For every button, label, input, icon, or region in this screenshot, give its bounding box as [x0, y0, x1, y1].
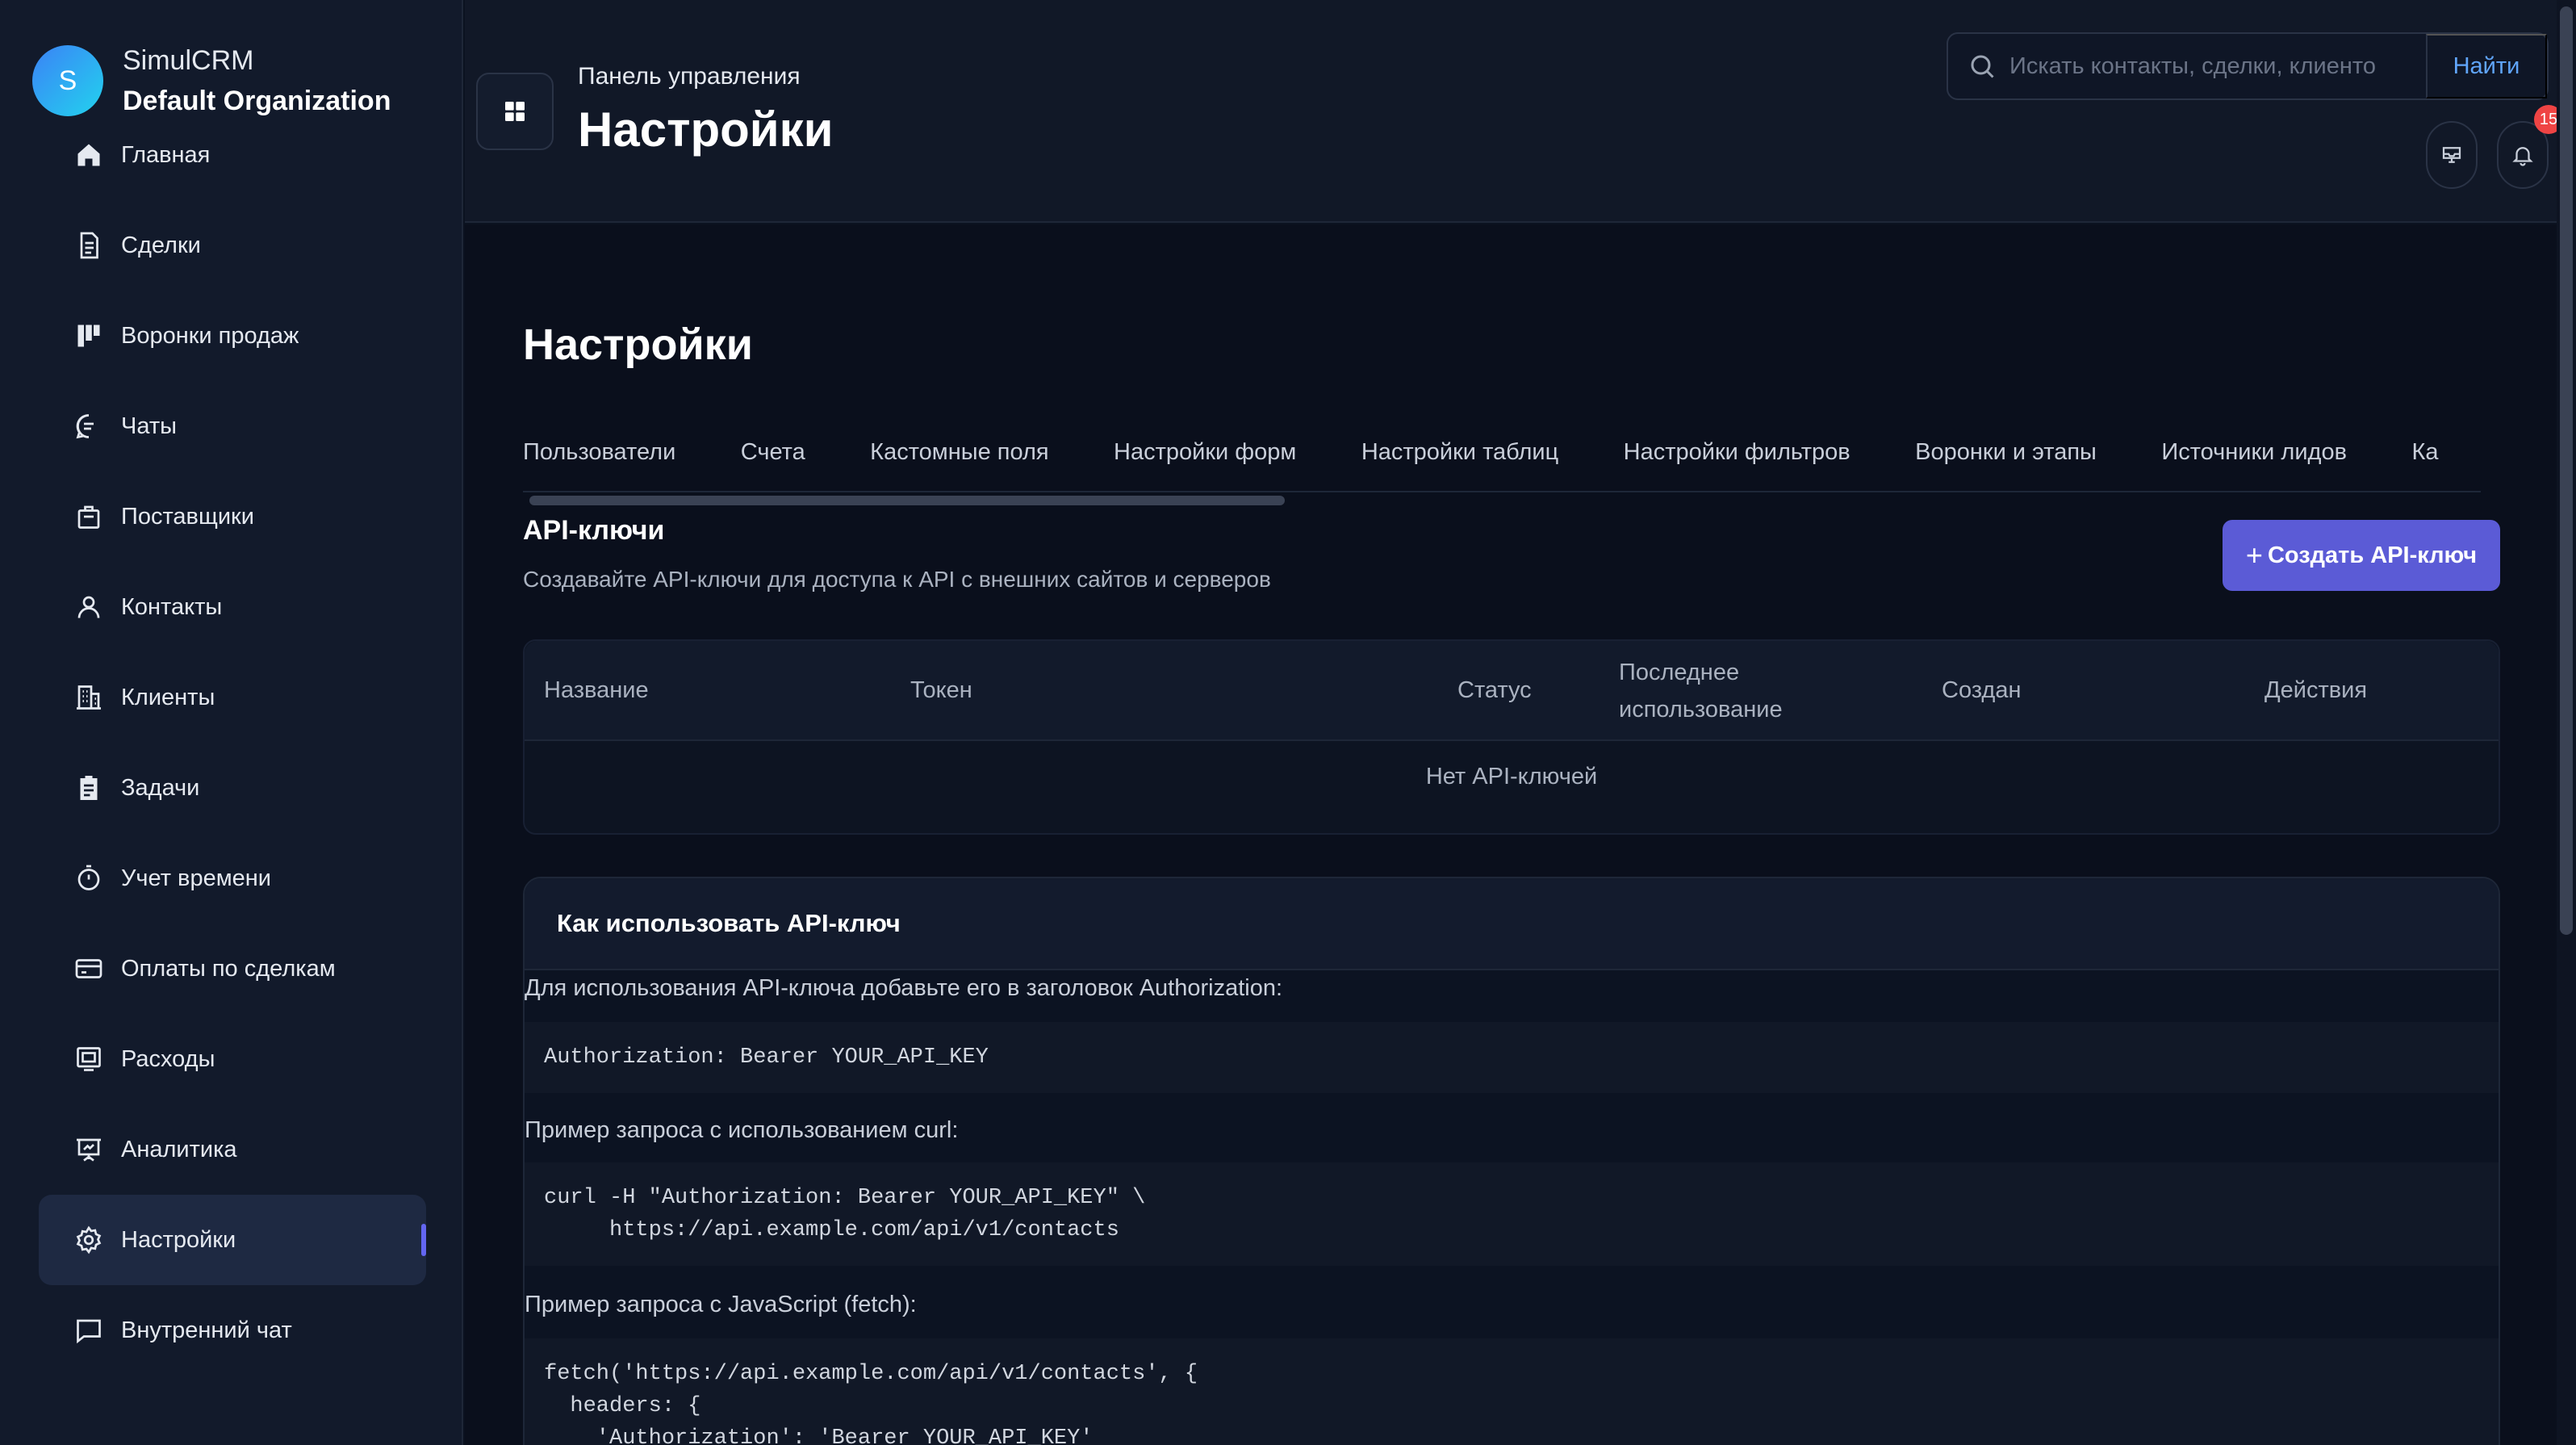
sidebar-item-contacts[interactable]: Контакты: [39, 562, 426, 652]
tab-table-settings[interactable]: Настройки таблиц: [1361, 428, 1558, 476]
column-token: Токен: [910, 677, 972, 703]
column-created: Создан: [1942, 677, 2022, 703]
home-icon: [74, 140, 103, 170]
settings-page: Настройки Пользователи Счета Кастомные п…: [465, 224, 2557, 1445]
sidebar-item-label: Главная: [121, 141, 211, 168]
sidebar-item-label: Аналитика: [121, 1136, 237, 1162]
presentation-icon: [74, 1135, 103, 1164]
usage-paragraph-curl: Пример запроса с использованием curl:: [525, 1117, 959, 1143]
api-usage-title: Как использовать API-ключ: [557, 909, 901, 937]
usage-paragraph-auth: Для использования API-ключа добавьте его…: [525, 975, 1283, 1001]
building-icon: [74, 683, 103, 712]
org-switcher[interactable]: S SimulCRM Default Organization: [32, 40, 391, 121]
tab-funnels-stages[interactable]: Воронки и этапы: [1915, 428, 2097, 476]
receipt-icon: [74, 1045, 103, 1074]
sidebar-item-label: Расходы: [121, 1045, 215, 1072]
credit-card-icon: [74, 954, 103, 983]
plus-icon: +: [2245, 538, 2263, 572]
apps-grid-button[interactable]: [476, 73, 554, 150]
empty-state: Нет API-ключей: [1425, 764, 1598, 790]
sidebar-item-suppliers[interactable]: Поставщики: [39, 471, 426, 562]
api-usage-card: Как использовать API-ключ Для использова…: [523, 877, 2500, 1445]
funnel-icon: [74, 321, 103, 350]
stopwatch-icon: [74, 864, 103, 893]
tab-filter-settings[interactable]: Настройки фильтров: [1624, 428, 1850, 476]
user-icon: [74, 593, 103, 622]
tab-lead-sources[interactable]: Источники лидов: [2161, 428, 2347, 476]
page-title: Настройки: [523, 320, 753, 369]
code-block-curl: curl -H "Authorization: Bearer YOUR_API_…: [525, 1162, 2499, 1266]
tabs-scrollbar[interactable]: [529, 496, 1285, 505]
sidebar-item-label: Внутренний чат: [121, 1317, 292, 1343]
top-header: Панель управления Настройки Найти 15: [465, 0, 2563, 223]
column-last-used: Последнее использование: [1619, 654, 1783, 728]
column-last-used-line1: Последнее: [1619, 660, 1740, 685]
clipboard-icon: [74, 773, 103, 802]
grid-icon: [505, 102, 525, 121]
page-scrollbar-thumb[interactable]: [2560, 6, 2573, 935]
sidebar-item-time-tracking[interactable]: Учет времени: [39, 833, 426, 924]
sidebar-item-label: Учет времени: [121, 865, 271, 891]
app-name: SimulCRM: [123, 45, 254, 76]
gear-icon: [74, 1225, 103, 1254]
sidebar: S SimulCRM Default Organization Главная …: [0, 0, 463, 1445]
header-title: Настройки: [578, 103, 834, 157]
column-last-used-line2: использование: [1619, 697, 1783, 722]
api-keys-subtitle: Создавайте API-ключи для доступа к API с…: [523, 567, 1271, 592]
api-usage-card-header: Как использовать API-ключ: [525, 878, 2499, 970]
code-block-auth-header: Authorization: Bearer YOUR_API_KEY: [525, 1022, 2499, 1093]
sidebar-item-settings[interactable]: Настройки: [39, 1195, 426, 1285]
sidebar-item-tasks[interactable]: Задачи: [39, 743, 426, 833]
search-input[interactable]: [2009, 42, 2413, 90]
avatar: S: [32, 45, 103, 116]
sidebar-item-clients[interactable]: Клиенты: [39, 652, 426, 743]
sidebar-item-chats[interactable]: Чаты: [39, 381, 426, 471]
sidebar-item-label: Оплаты по сделкам: [121, 955, 336, 982]
sidebar-item-label: Чаты: [121, 413, 177, 439]
sidebar-item-deal-payments[interactable]: Оплаты по сделкам: [39, 924, 426, 1014]
column-status: Статус: [1457, 677, 1532, 703]
column-name: Название: [544, 677, 649, 703]
chat-icon: [74, 412, 103, 441]
tab-form-settings[interactable]: Настройки форм: [1114, 428, 1296, 476]
sidebar-item-home[interactable]: Главная: [39, 110, 426, 200]
sidebar-item-funnels[interactable]: Воронки продаж: [39, 291, 426, 381]
sidebar-item-analytics[interactable]: Аналитика: [39, 1104, 426, 1195]
sidebar-item-expenses[interactable]: Расходы: [39, 1014, 426, 1104]
api-keys-title: API-ключи: [523, 515, 665, 546]
settings-tabs: Пользователи Счета Кастомные поля Настро…: [523, 428, 2481, 492]
tab-users[interactable]: Пользователи: [523, 428, 675, 476]
search-button[interactable]: Найти: [2426, 34, 2547, 98]
sidebar-item-label: Воронки продаж: [121, 322, 299, 349]
tab-custom-fields[interactable]: Кастомные поля: [870, 428, 1048, 476]
sidebar-item-label: Задачи: [121, 774, 200, 801]
create-api-key-label: Создать API-ключ: [2267, 542, 2478, 568]
inbox-icon: [2442, 147, 2461, 163]
sidebar-item-label: Настройки: [121, 1226, 236, 1253]
column-actions: Действия: [2264, 677, 2368, 703]
sidebar-item-label: Контакты: [121, 593, 223, 620]
bell-icon: [2512, 147, 2533, 166]
sidebar-item-deals[interactable]: Сделки: [39, 200, 426, 291]
tab-invoices[interactable]: Счета: [741, 428, 805, 476]
sidebar-item-label: Клиенты: [121, 684, 215, 710]
sidebar-item-label: Поставщики: [121, 503, 254, 530]
document-icon: [74, 231, 103, 260]
search-icon: [1971, 55, 1994, 78]
usage-paragraph-fetch: Пример запроса с JavaScript (fetch):: [525, 1292, 917, 1317]
sidebar-nav: Главная Сделки Воронки продаж Чаты Поста…: [39, 110, 426, 1376]
api-keys-table: Название Токен Статус Последнее использо…: [523, 639, 2500, 835]
sidebar-item-label: Сделки: [121, 232, 201, 258]
tab-truncated[interactable]: Ка: [2411, 428, 2438, 476]
code-block-fetch: fetch('https://api.example.com/api/v1/co…: [525, 1338, 2499, 1445]
global-search: Найти: [1947, 32, 2549, 100]
briefcase-icon: [74, 502, 103, 531]
create-api-key-button[interactable]: + Создать API-ключ: [2223, 520, 2500, 591]
announcements-button[interactable]: [2426, 121, 2478, 189]
breadcrumb[interactable]: Панель управления: [578, 63, 801, 90]
sidebar-item-internal-chat[interactable]: Внутренний чат: [39, 1285, 426, 1376]
table-header: Название Токен Статус Последнее использо…: [525, 641, 2499, 741]
message-square-icon: [74, 1316, 103, 1345]
